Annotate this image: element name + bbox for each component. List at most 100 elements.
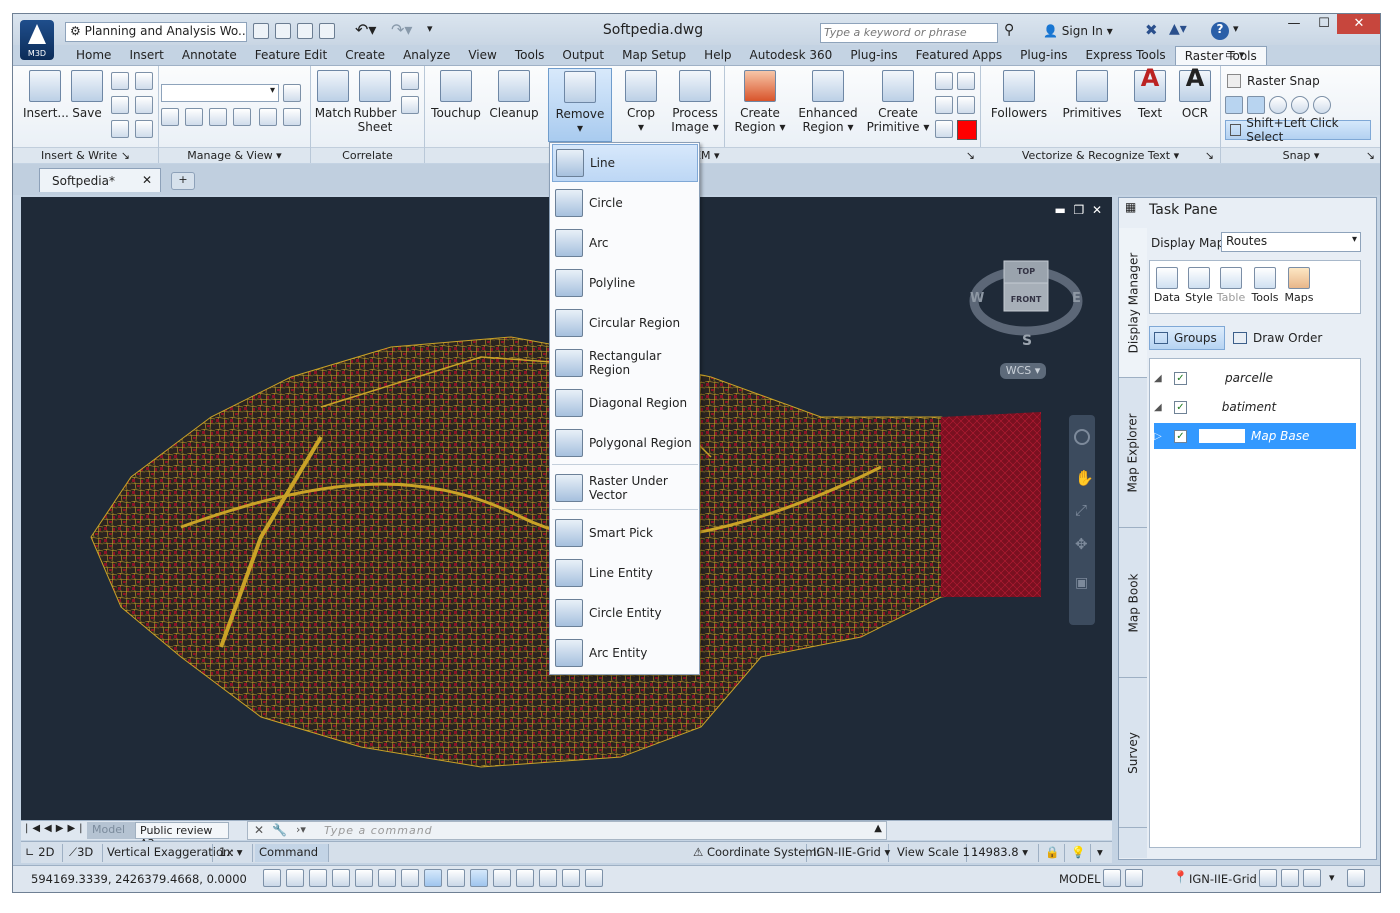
tab-create[interactable]: Create bbox=[336, 46, 394, 66]
print-icon[interactable] bbox=[319, 23, 335, 39]
lock-icon[interactable]: 🔒 bbox=[1041, 844, 1065, 862]
workspace-gear-icon[interactable] bbox=[1259, 869, 1277, 887]
tools-tool[interactable]: Tools bbox=[1250, 267, 1280, 304]
snap-mode-icon[interactable] bbox=[286, 869, 304, 887]
viewcube[interactable]: TOP FRONT W E S WCS ▾ bbox=[966, 253, 1086, 383]
hardware-acceleration-icon[interactable] bbox=[1303, 869, 1321, 887]
tab-help[interactable]: Help bbox=[695, 46, 740, 66]
lightbulb-icon[interactable]: 💡 bbox=[1067, 844, 1091, 862]
shift-click-select-button[interactable]: Shift+Left Click Select bbox=[1225, 116, 1371, 144]
process-image-button[interactable]: Process Image ▾ bbox=[668, 70, 722, 134]
viewcube-front-face[interactable]: FRONT bbox=[1004, 295, 1048, 304]
tab-featured-apps[interactable]: Featured Apps bbox=[907, 46, 1011, 66]
tab-analyze[interactable]: Analyze bbox=[394, 46, 459, 66]
lineweight-icon[interactable] bbox=[493, 869, 511, 887]
command-line[interactable]: ✕ 🔧 ›▾ Type a command ▲ bbox=[247, 821, 887, 840]
help-dropdown-icon[interactable]: ▾ bbox=[1233, 22, 1239, 35]
text-button[interactable]: A Text bbox=[1129, 66, 1171, 120]
rem-edit-icon[interactable] bbox=[957, 72, 975, 90]
quick-properties-icon[interactable] bbox=[539, 869, 557, 887]
expand-icon[interactable]: ◢ bbox=[1154, 402, 1168, 413]
create-region-button[interactable]: Create Region ▾ bbox=[729, 70, 791, 134]
new-file-icon[interactable] bbox=[253, 23, 269, 39]
cleanup-button[interactable]: Cleanup bbox=[487, 70, 541, 120]
quick-view-drawings-icon[interactable] bbox=[1125, 869, 1143, 887]
menu-item-circular-region[interactable]: Circular Region bbox=[552, 304, 698, 342]
application-menu-button[interactable]: M3D bbox=[20, 20, 54, 60]
tab-map-setup[interactable]: Map Setup bbox=[613, 46, 695, 66]
menu-item-circle[interactable]: Circle bbox=[552, 184, 698, 222]
data-tool[interactable]: Data bbox=[1152, 267, 1182, 304]
layer-visibility-checkbox[interactable]: ✓ bbox=[1174, 400, 1187, 414]
tab-insert[interactable]: Insert bbox=[120, 46, 172, 66]
object-tracking-icon[interactable] bbox=[424, 869, 442, 887]
ocr-button[interactable]: A OCR bbox=[1173, 66, 1217, 120]
viewport-minimize-icon[interactable]: ▬ bbox=[1055, 203, 1066, 217]
quick-view-layouts-icon[interactable] bbox=[1103, 869, 1121, 887]
help-icon[interactable]: ? bbox=[1211, 22, 1229, 40]
redo-icon[interactable]: ↷▾ bbox=[391, 20, 412, 39]
image-info-icon[interactable] bbox=[111, 72, 129, 90]
rubber-sheet-button[interactable]: Rubber Sheet bbox=[353, 70, 397, 134]
binoculars-icon[interactable]: ⚲ bbox=[1004, 22, 1014, 38]
create-primitive-button[interactable]: Create Primitive ▾ bbox=[865, 70, 931, 134]
grid-icon[interactable] bbox=[309, 869, 327, 887]
save-file-icon[interactable] bbox=[297, 23, 313, 39]
showmotion-icon[interactable]: ▣ bbox=[1075, 575, 1088, 591]
exchange-icon[interactable]: ✖ bbox=[1145, 21, 1158, 39]
tab-feature-edit[interactable]: Feature Edit bbox=[246, 46, 336, 66]
tab-layout[interactable]: Public review A3 bbox=[135, 822, 229, 850]
menu-item-circle-entity[interactable]: Circle Entity bbox=[552, 594, 698, 632]
transparency-icon[interactable] bbox=[516, 869, 534, 887]
menu-item-line-entity[interactable]: Line Entity bbox=[552, 554, 698, 592]
pan-icon[interactable]: ✋ bbox=[1075, 469, 1094, 487]
snap-endpoint-icon[interactable] bbox=[1225, 96, 1243, 114]
image-merge-icon[interactable] bbox=[111, 120, 129, 138]
zoom-extents-icon[interactable]: ⤢ bbox=[1075, 501, 1087, 519]
insert-button[interactable]: Insert... bbox=[23, 70, 69, 120]
panel-label[interactable]: Vectorize & Recognize Text ▾ ↘ bbox=[981, 147, 1220, 163]
rem-delete-icon[interactable] bbox=[957, 96, 975, 114]
steering-wheel-icon[interactable] bbox=[1074, 429, 1090, 445]
remove-button[interactable]: Remove ▾ bbox=[548, 68, 612, 142]
selection-cycling-icon[interactable] bbox=[562, 869, 580, 887]
table-tool[interactable]: Table bbox=[1216, 267, 1246, 304]
tab-annotate[interactable]: Annotate bbox=[173, 46, 246, 66]
orbit-icon[interactable]: ✥ bbox=[1075, 535, 1088, 553]
layer-visibility-checkbox[interactable]: ✓ bbox=[1174, 371, 1187, 385]
tab-express-tools[interactable]: Express Tools bbox=[1076, 46, 1174, 66]
viewport-restore-icon[interactable]: ❐ bbox=[1074, 203, 1085, 217]
vertical-exaggeration-select[interactable]: 1x ▾ bbox=[215, 844, 253, 862]
undo-icon[interactable]: ↶▾ bbox=[355, 20, 376, 39]
coordinate-system-select[interactable]: IGN-IIE-Grid ▾ bbox=[809, 844, 890, 862]
clean-screen-icon[interactable] bbox=[1347, 869, 1365, 887]
model-space-button[interactable]: MODEL bbox=[1059, 872, 1101, 886]
list-item-selected[interactable]: ▷ ✓ Map Base bbox=[1154, 423, 1356, 449]
list-item[interactable]: ◢ ✓ parcelle bbox=[1154, 365, 1356, 391]
rem-color-swatch[interactable] bbox=[957, 120, 977, 140]
minimize-icon[interactable]: — bbox=[1279, 14, 1309, 34]
annotation-icon[interactable] bbox=[1281, 869, 1299, 887]
show-image-icon[interactable] bbox=[185, 108, 203, 126]
list-item[interactable]: ◢ ✓ batiment bbox=[1154, 394, 1356, 420]
draw-order-button[interactable]: Draw Order bbox=[1229, 326, 1322, 350]
menu-item-raster-under-vector[interactable]: Raster Under Vector bbox=[552, 469, 698, 507]
tab-model[interactable]: Model bbox=[87, 822, 135, 839]
close-icon[interactable]: ✕ bbox=[1337, 14, 1380, 34]
command-input[interactable]: Type a command bbox=[324, 824, 433, 837]
vtab-display-manager[interactable]: Display Manager bbox=[1119, 228, 1147, 378]
tab-plug-ins[interactable]: Plug-ins bbox=[1011, 46, 1076, 66]
correlate-target-icon[interactable] bbox=[401, 96, 419, 114]
collapsed-icon[interactable]: ▷ bbox=[1154, 431, 1168, 442]
tab-raster-tools[interactable]: Raster Tools bbox=[1174, 46, 1267, 66]
object-snap-icon[interactable] bbox=[378, 869, 396, 887]
followers-button[interactable]: Followers bbox=[987, 70, 1051, 120]
viewport-close-icon[interactable]: ✕ bbox=[1092, 203, 1102, 217]
image-export-icon[interactable] bbox=[111, 96, 129, 114]
tab-output[interactable]: Output bbox=[553, 46, 613, 66]
rem-copy-icon[interactable] bbox=[935, 72, 953, 90]
image-layers-icon[interactable] bbox=[259, 108, 277, 126]
status-menu-icon[interactable]: ▾ bbox=[1093, 844, 1111, 862]
menu-item-smart-pick[interactable]: Smart Pick bbox=[552, 514, 698, 552]
match-button[interactable]: Match bbox=[313, 70, 353, 120]
